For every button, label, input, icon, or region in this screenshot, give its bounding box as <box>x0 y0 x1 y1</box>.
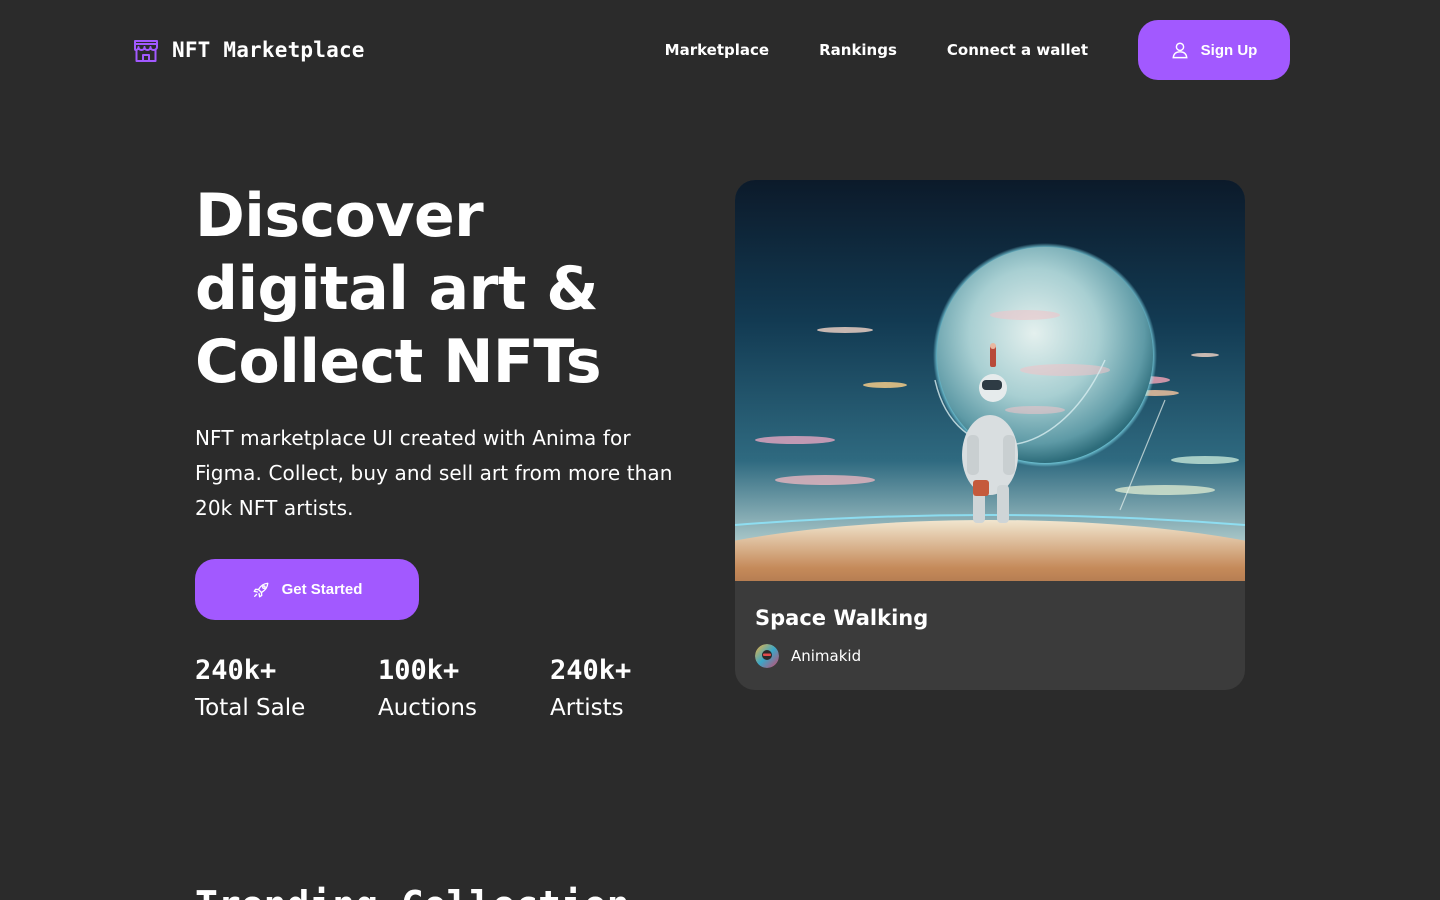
user-icon <box>1172 42 1188 59</box>
artist-name: Animakid <box>791 647 862 665</box>
top-navbar: NFT Marketplace Marketplace Rankings Con… <box>132 20 1290 80</box>
featured-nft-card[interactable]: Space Walking Animakid <box>735 180 1245 690</box>
brand-name: NFT Marketplace <box>172 38 365 62</box>
sign-up-button[interactable]: Sign Up <box>1138 20 1290 80</box>
nav-link-connect-wallet[interactable]: Connect a wallet <box>947 41 1088 59</box>
stat-label: Artists <box>550 695 624 721</box>
stat-total-sale: 240k+ Total Sale <box>195 652 305 726</box>
stat-value: 240k+ <box>195 655 277 686</box>
rocket-icon <box>253 582 268 597</box>
main-nav: Marketplace Rankings Connect a wallet Si… <box>665 20 1290 80</box>
get-started-label: Get Started <box>281 581 363 598</box>
nft-title: Space Walking <box>755 606 929 630</box>
landing-page: NFT Marketplace Marketplace Rankings Con… <box>0 0 1440 900</box>
nav-link-marketplace[interactable]: Marketplace <box>665 41 769 59</box>
artist-avatar <box>755 644 779 668</box>
stat-auctions: 100k+ Auctions <box>378 652 477 726</box>
brand-logo-link[interactable]: NFT Marketplace <box>132 36 365 64</box>
stat-label: Auctions <box>378 695 477 721</box>
nft-artwork-image <box>735 180 1245 581</box>
stat-artists: 240k+ Artists <box>550 652 631 726</box>
stat-value: 100k+ <box>378 655 460 686</box>
hero-title-line-1: Discover <box>195 181 484 251</box>
stats-row: 240k+ Total Sale 100k+ Auctions 240k+ Ar… <box>195 652 655 732</box>
nft-card-info: Space Walking Animakid <box>735 581 1245 690</box>
nav-link-rankings[interactable]: Rankings <box>819 41 897 59</box>
sign-up-label: Sign Up <box>1200 41 1258 59</box>
storefront-icon <box>134 40 158 62</box>
hero-title-line-3: Collect NFTs <box>195 327 602 397</box>
get-started-button[interactable]: Get Started <box>195 559 419 620</box>
hero-title-line-2: digital art & <box>195 254 599 324</box>
stat-value: 240k+ <box>550 655 632 686</box>
hero-title: Discover digital art & Collect NFTs <box>195 180 695 399</box>
nft-artist[interactable]: Animakid <box>755 644 1225 668</box>
trending-collection-heading: Trending Collection <box>195 880 630 900</box>
stat-label: Total Sale <box>195 695 306 721</box>
hero-subtitle: NFT marketplace UI created with Anima fo… <box>195 426 673 520</box>
